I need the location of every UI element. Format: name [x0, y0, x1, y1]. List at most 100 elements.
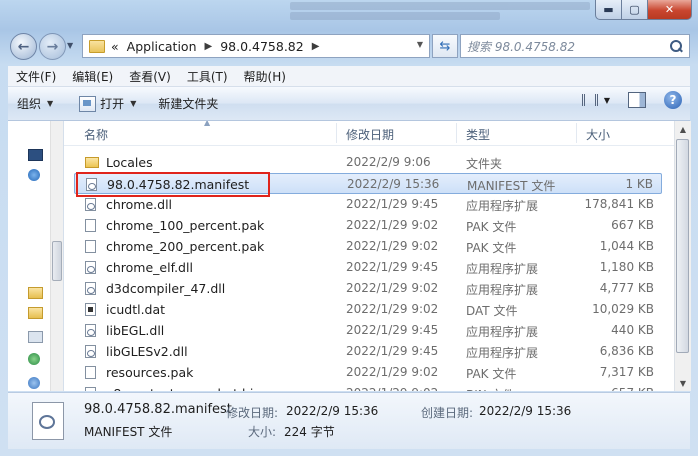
nav-pane-scroll-thumb[interactable] — [52, 241, 62, 281]
search-input[interactable]: 搜索 98.0.4758.82 — [461, 38, 669, 55]
file-name: Locales — [106, 155, 153, 170]
menu-view[interactable]: 查看(V) — [121, 68, 179, 85]
column-divider[interactable] — [336, 123, 337, 143]
address-dropdown-icon[interactable]: ▼ — [417, 40, 423, 49]
background-window-ghost — [290, 0, 590, 30]
file-file-icon — [85, 387, 96, 391]
refresh-button[interactable]: ⇆ — [432, 34, 458, 58]
explorer-window: ▬ ▢ ✕ ← → ▼ « Application ▶ 98.0.4758.82… — [0, 0, 698, 456]
chevron-right-icon[interactable]: ▶ — [205, 41, 213, 52]
open-label: 打开 — [100, 97, 125, 111]
preview-pane-icon[interactable] — [628, 92, 646, 108]
back-button[interactable]: ← — [10, 33, 37, 60]
view-controls: ▼ ? — [581, 91, 682, 109]
scroll-down-icon[interactable]: ▼ — [675, 375, 691, 391]
search-box[interactable]: 搜索 98.0.4758.82 — [460, 34, 690, 58]
folder-icon[interactable] — [28, 287, 43, 299]
column-divider[interactable] — [456, 123, 457, 143]
breadcrumb-overflow[interactable]: « — [111, 39, 119, 54]
file-row[interactable]: chrome_200_percent.pak 2022/1/29 9:02 PAK … — [74, 236, 662, 257]
file-row[interactable]: libEGL.dll 2022/1/29 9:45 应用程序扩展 440 KB — [74, 320, 662, 341]
column-date[interactable]: 修改日期 — [346, 126, 394, 143]
network-icon[interactable] — [28, 377, 40, 389]
file-type: PAK 文件 — [466, 367, 517, 381]
folder-icon[interactable] — [28, 307, 43, 319]
file-row[interactable]: d3dcompiler_47.dll 2022/1/29 9:02 应用程序扩展 4,… — [74, 278, 662, 299]
breadcrumb-version-folder[interactable]: 98.0.4758.82 — [220, 39, 304, 54]
file-date: 2022/1/29 9:45 — [346, 197, 439, 211]
file-row[interactable]: chrome_100_percent.pak 2022/1/29 9:02 PAK … — [74, 215, 662, 236]
folder-icon — [85, 157, 99, 168]
file-file-icon — [85, 366, 96, 379]
file-name: libEGL.dll — [106, 323, 165, 338]
column-type[interactable]: 类型 — [466, 126, 490, 143]
open-button[interactable]: 打开 ▼ — [70, 92, 145, 116]
details-filename: 98.0.4758.82.manifest — [84, 402, 232, 417]
file-row[interactable]: Locales 2022/2/9 9:06 文件夹 — [74, 152, 662, 173]
menu-help[interactable]: 帮助(H) — [236, 68, 294, 85]
file-list-scrollbar[interactable]: ▲ ▼ — [674, 121, 691, 391]
file-type: MANIFEST 文件 — [467, 179, 556, 193]
file-row[interactable]: resources.pak 2022/1/29 9:02 PAK 文件 7,317 K… — [74, 362, 662, 383]
menu-bar: 文件(F) 编辑(E) 查看(V) 工具(T) 帮助(H) — [8, 66, 690, 87]
globe-icon[interactable] — [28, 353, 40, 365]
change-view-icon[interactable] — [581, 94, 598, 106]
details-created-label: 创建日期: — [421, 406, 474, 420]
chevron-right-icon[interactable]: ▶ — [312, 41, 320, 52]
scroll-up-icon[interactable]: ▲ — [675, 121, 691, 137]
file-type: 文件夹 — [466, 157, 503, 171]
view-options-dropdown-icon[interactable]: ▼ — [604, 96, 610, 105]
organize-label: 组织 — [17, 97, 42, 111]
recent-pages-dropdown-icon[interactable]: ▼ — [67, 41, 73, 50]
new-folder-button[interactable]: 新建文件夹 — [149, 92, 227, 116]
navigation-row: ← → ▼ « Application ▶ 98.0.4758.82 ▶ ▼ ⇆… — [8, 33, 690, 60]
file-row[interactable]: v8_context_snapshot.bin 2022/1/29 9:02 BIN… — [74, 383, 662, 391]
desktop-icon[interactable] — [28, 149, 43, 161]
column-divider[interactable] — [576, 123, 577, 143]
column-size[interactable]: 大小 — [586, 126, 610, 143]
file-date: 2022/1/29 9:02 — [346, 218, 439, 232]
menu-edit[interactable]: 编辑(E) — [64, 68, 121, 85]
dat-file-icon — [85, 303, 96, 316]
navigation-pane — [8, 121, 64, 391]
close-button[interactable]: ✕ — [648, 0, 692, 20]
help-icon[interactable]: ? — [664, 91, 682, 109]
menu-tools[interactable]: 工具(T) — [179, 68, 236, 85]
file-type: 应用程序扩展 — [466, 325, 539, 339]
breadcrumb: « Application ▶ 98.0.4758.82 ▶ — [111, 39, 327, 54]
file-file-icon — [85, 240, 96, 253]
file-size: 1,044 KB — [599, 239, 654, 253]
chevron-down-icon: ▼ — [47, 99, 54, 108]
maximize-button[interactable]: ▢ — [622, 0, 648, 20]
column-name[interactable]: 名称 — [84, 126, 108, 143]
menu-file[interactable]: 文件(F) — [8, 68, 64, 85]
file-size: 4,777 KB — [599, 281, 654, 295]
file-date: 2022/1/29 9:02 — [346, 239, 439, 253]
file-size: 440 KB — [611, 323, 654, 337]
file-type: 应用程序扩展 — [466, 262, 539, 276]
details-modified-value: 2022/2/9 15:36 — [286, 404, 379, 418]
file-date: 2022/2/9 9:06 — [346, 155, 431, 169]
file-type: PAK 文件 — [466, 241, 517, 255]
network-icon[interactable] — [28, 169, 40, 181]
file-row[interactable]: libGLESv2.dll 2022/1/29 9:45 应用程序扩展 6,836 K… — [74, 341, 662, 362]
file-date: 2022/1/29 9:45 — [346, 260, 439, 274]
search-icon[interactable] — [669, 39, 683, 53]
details-pane: 98.0.4758.82.manifest 修改日期: 2022/2/9 15:… — [8, 392, 690, 449]
file-type: BIN 文件 — [466, 386, 515, 391]
address-bar[interactable]: « Application ▶ 98.0.4758.82 ▶ ▼ — [82, 34, 430, 58]
forward-button[interactable]: → — [39, 33, 66, 60]
file-row[interactable]: chrome.dll 2022/1/29 9:45 应用程序扩展 178,841 KB — [74, 194, 662, 215]
breadcrumb-application[interactable]: Application — [127, 39, 197, 54]
file-row[interactable]: icudtl.dat 2022/1/29 9:02 DAT 文件 10,029 KB — [74, 299, 662, 320]
file-date: 2022/1/29 9:45 — [346, 323, 439, 337]
organize-button[interactable]: 组织 ▼ — [8, 92, 62, 116]
scroll-thumb[interactable] — [676, 139, 689, 353]
file-name: chrome_200_percent.pak — [106, 239, 265, 254]
file-row[interactable]: chrome_elf.dll 2022/1/29 9:45 应用程序扩展 1,180 … — [74, 257, 662, 278]
nav-pane-scrollbar[interactable] — [50, 121, 63, 391]
dll-file-icon — [85, 345, 96, 358]
drive-icon[interactable] — [28, 331, 43, 343]
minimize-button[interactable]: ▬ — [595, 0, 622, 20]
caption-buttons: ▬ ▢ ✕ — [595, 0, 692, 20]
